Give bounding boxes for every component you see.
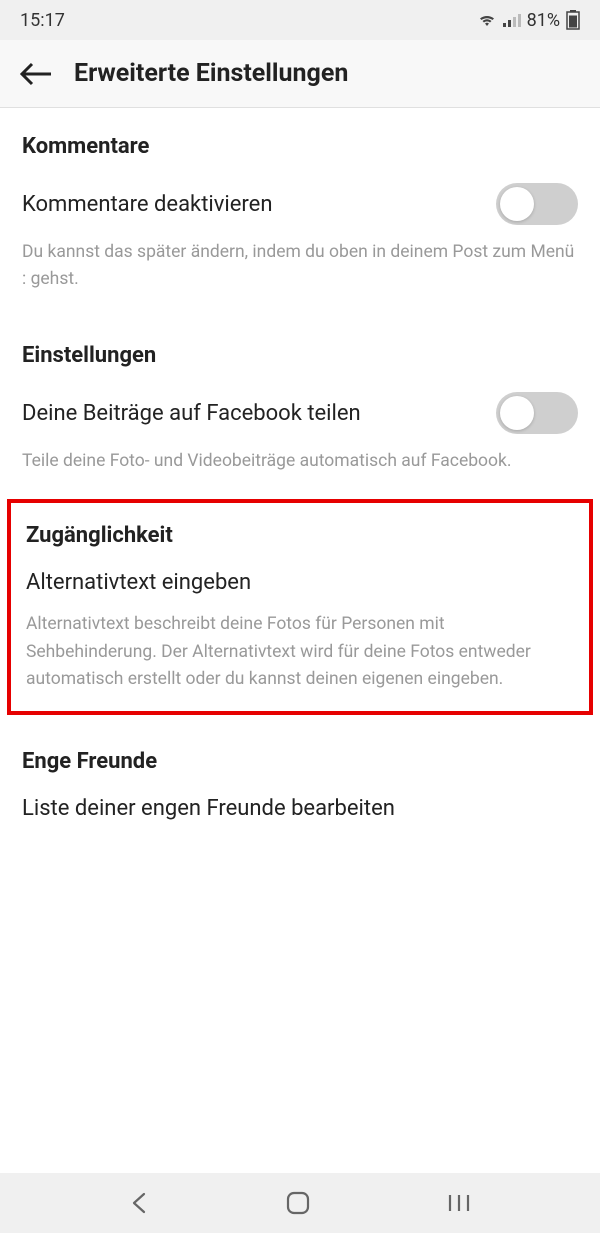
section-comments: Kommentare Kommentare deaktivieren Du ka… (0, 108, 600, 309)
nav-home-button[interactable] (285, 1190, 311, 1216)
toggle-label-comments: Kommentare deaktivieren (22, 192, 272, 217)
desc-facebook: Teile deine Foto- und Videobeiträge auto… (22, 448, 578, 475)
content: Kommentare Kommentare deaktivieren Du ka… (0, 108, 600, 849)
wifi-icon (477, 12, 497, 28)
section-accessibility-highlighted: Zugänglichkeit Alternativtext eingeben A… (7, 499, 593, 714)
app-header: Erweiterte Einstellungen (0, 40, 600, 108)
section-title-settings: Einstellungen (22, 343, 578, 368)
section-title-accessibility: Zugänglichkeit (26, 523, 574, 548)
toggle-facebook-share[interactable] (496, 392, 578, 434)
chevron-left-icon (128, 1190, 150, 1216)
section-title-comments: Kommentare (22, 134, 578, 159)
status-indicators: 81% (477, 10, 580, 31)
battery-pct: 81% (527, 10, 560, 31)
status-bar: 15:17 81% (0, 0, 600, 40)
signal-icon (503, 12, 521, 28)
page-title: Erweiterte Einstellungen (74, 59, 348, 88)
section-title-close-friends: Enge Freunde (22, 749, 578, 774)
toggle-row-facebook: Deine Beiträge auf Facebook teilen (22, 392, 578, 434)
battery-icon (566, 10, 580, 30)
home-icon (285, 1190, 311, 1216)
toggle-row-comments: Kommentare deaktivieren (22, 183, 578, 225)
recent-apps-icon (446, 1192, 472, 1214)
desc-accessibility: Alternativtext beschreibt deine Fotos fü… (26, 611, 574, 692)
toggle-knob (500, 396, 534, 430)
android-nav-bar (0, 1173, 600, 1233)
toggle-comments-off[interactable] (496, 183, 578, 225)
toggle-knob (500, 187, 534, 221)
arrow-left-icon (18, 60, 52, 88)
item-alt-text[interactable]: Alternativtext eingeben (26, 570, 574, 595)
back-button[interactable] (18, 60, 52, 88)
desc-comments: Du kannst das später ändern, indem du ob… (22, 239, 578, 293)
toggle-label-facebook: Deine Beiträge auf Facebook teilen (22, 401, 361, 426)
section-close-friends: Enge Freunde Liste deiner engen Freunde … (0, 723, 600, 849)
nav-recent-button[interactable] (446, 1192, 472, 1214)
item-edit-close-friends[interactable]: Liste deiner engen Freunde bearbeiten (22, 796, 578, 821)
status-time: 15:17 (20, 10, 65, 31)
section-settings: Einstellungen Deine Beiträge auf Faceboo… (0, 309, 600, 491)
nav-back-button[interactable] (128, 1190, 150, 1216)
